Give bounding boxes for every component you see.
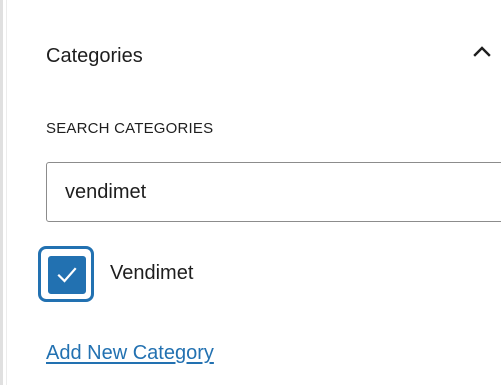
panel-header[interactable]: Categories — [0, 30, 501, 86]
add-new-category-link[interactable]: Add New Category — [46, 342, 214, 365]
chevron-up-icon[interactable] — [466, 36, 498, 68]
checkmark-icon — [57, 267, 77, 283]
search-categories-label: SEARCH CATEGORIES — [46, 120, 214, 137]
panel-title: Categories — [46, 45, 143, 67]
search-categories-input[interactable] — [46, 162, 501, 222]
category-item[interactable]: Vendimet — [38, 246, 338, 302]
category-checkbox[interactable] — [38, 246, 94, 302]
checkbox-checked — [47, 255, 87, 295]
categories-panel: Categories SEARCH CATEGORIES Vendimet Ad… — [0, 0, 501, 385]
category-label: Vendimet — [110, 262, 194, 284]
